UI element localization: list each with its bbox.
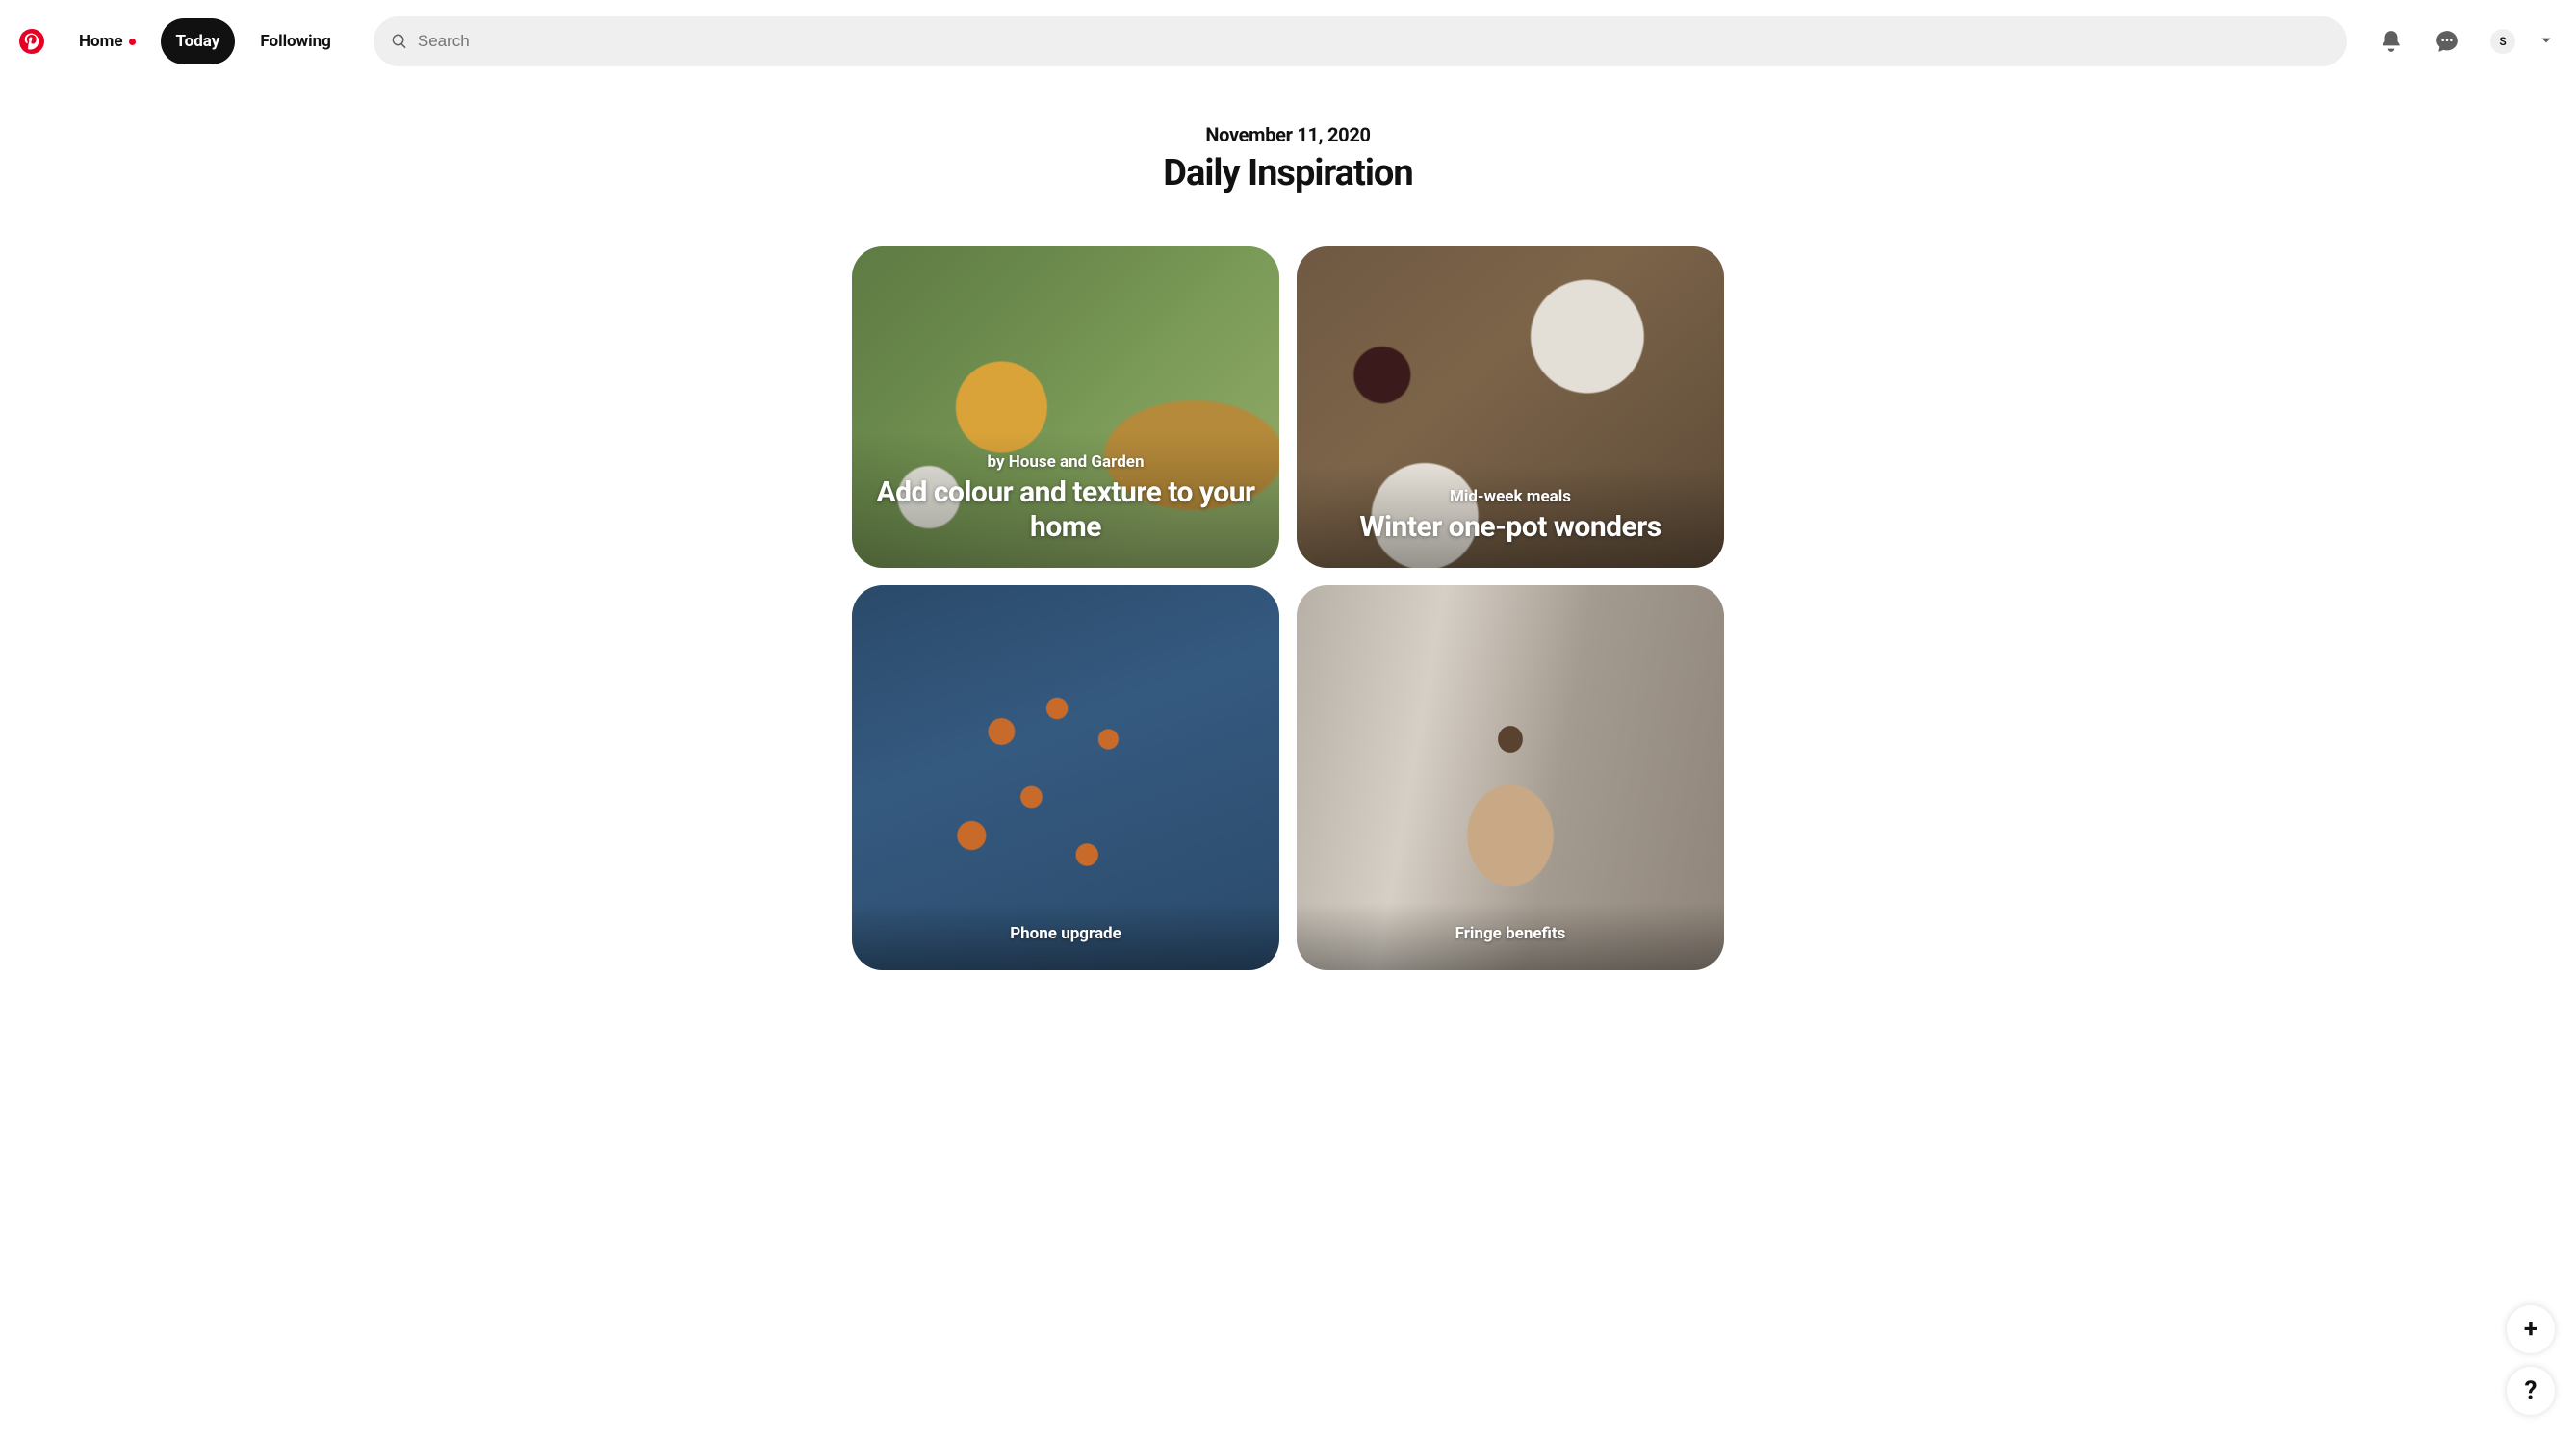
chat-icon [2434,29,2460,54]
nav-following[interactable]: Following [245,18,347,64]
card-subtitle: Mid-week meals [1320,487,1701,506]
page-title: Daily Inspiration [0,152,2576,194]
avatar-initial: S [2499,35,2506,48]
inspiration-grid: by House and Garden Add colour and textu… [0,246,2576,989]
header: Home Today Following S [0,0,2576,83]
plus-icon: + [2524,1315,2537,1344]
card-subtitle: Fringe benefits [1320,924,1701,943]
notifications-button[interactable] [2368,18,2414,64]
search-bar[interactable] [374,16,2347,66]
card-overlay: Mid-week meals Winter one-pot wonders [1297,466,1724,568]
search-input[interactable] [418,32,2330,51]
card-overlay: by House and Garden Add colour and textu… [852,431,1279,568]
avatar: S [2490,29,2515,54]
nav-today-label: Today [176,32,220,51]
card-title: Add colour and texture to your home [875,475,1256,545]
card-title: Winter one-pot wonders [1320,510,1701,545]
today-date: November 11, 2020 [0,123,2576,146]
card-overlay: Phone upgrade [852,903,1279,970]
search-icon [391,33,408,50]
nav-home[interactable]: Home [64,18,151,64]
nav-today[interactable]: Today [161,18,236,64]
bell-icon [2379,29,2404,54]
inspiration-card[interactable]: Fringe benefits [1297,585,1724,970]
card-overlay: Fringe benefits [1297,903,1724,970]
nav-following-label: Following [260,32,331,51]
chevron-down-icon [2539,34,2553,47]
question-icon: ? [2525,1376,2537,1405]
card-subtitle: by House and Garden [875,452,1256,472]
messages-button[interactable] [2424,18,2470,64]
nav-home-label: Home [79,32,123,51]
add-button[interactable]: + [2507,1305,2555,1353]
inspiration-card[interactable]: Mid-week meals Winter one-pot wonders [1297,246,1724,568]
pinterest-logo[interactable] [19,29,44,54]
inspiration-card[interactable]: by House and Garden Add colour and textu… [852,246,1279,568]
search-container [374,16,2347,66]
card-subtitle: Phone upgrade [875,924,1256,943]
home-notification-dot-icon [129,39,136,45]
accounts-menu-button[interactable] [2536,25,2557,59]
inspiration-card[interactable]: Phone upgrade [852,585,1279,970]
profile-button[interactable]: S [2480,18,2526,64]
help-button[interactable]: ? [2507,1367,2555,1415]
main-content: November 11, 2020 Daily Inspiration by H… [0,83,2576,989]
